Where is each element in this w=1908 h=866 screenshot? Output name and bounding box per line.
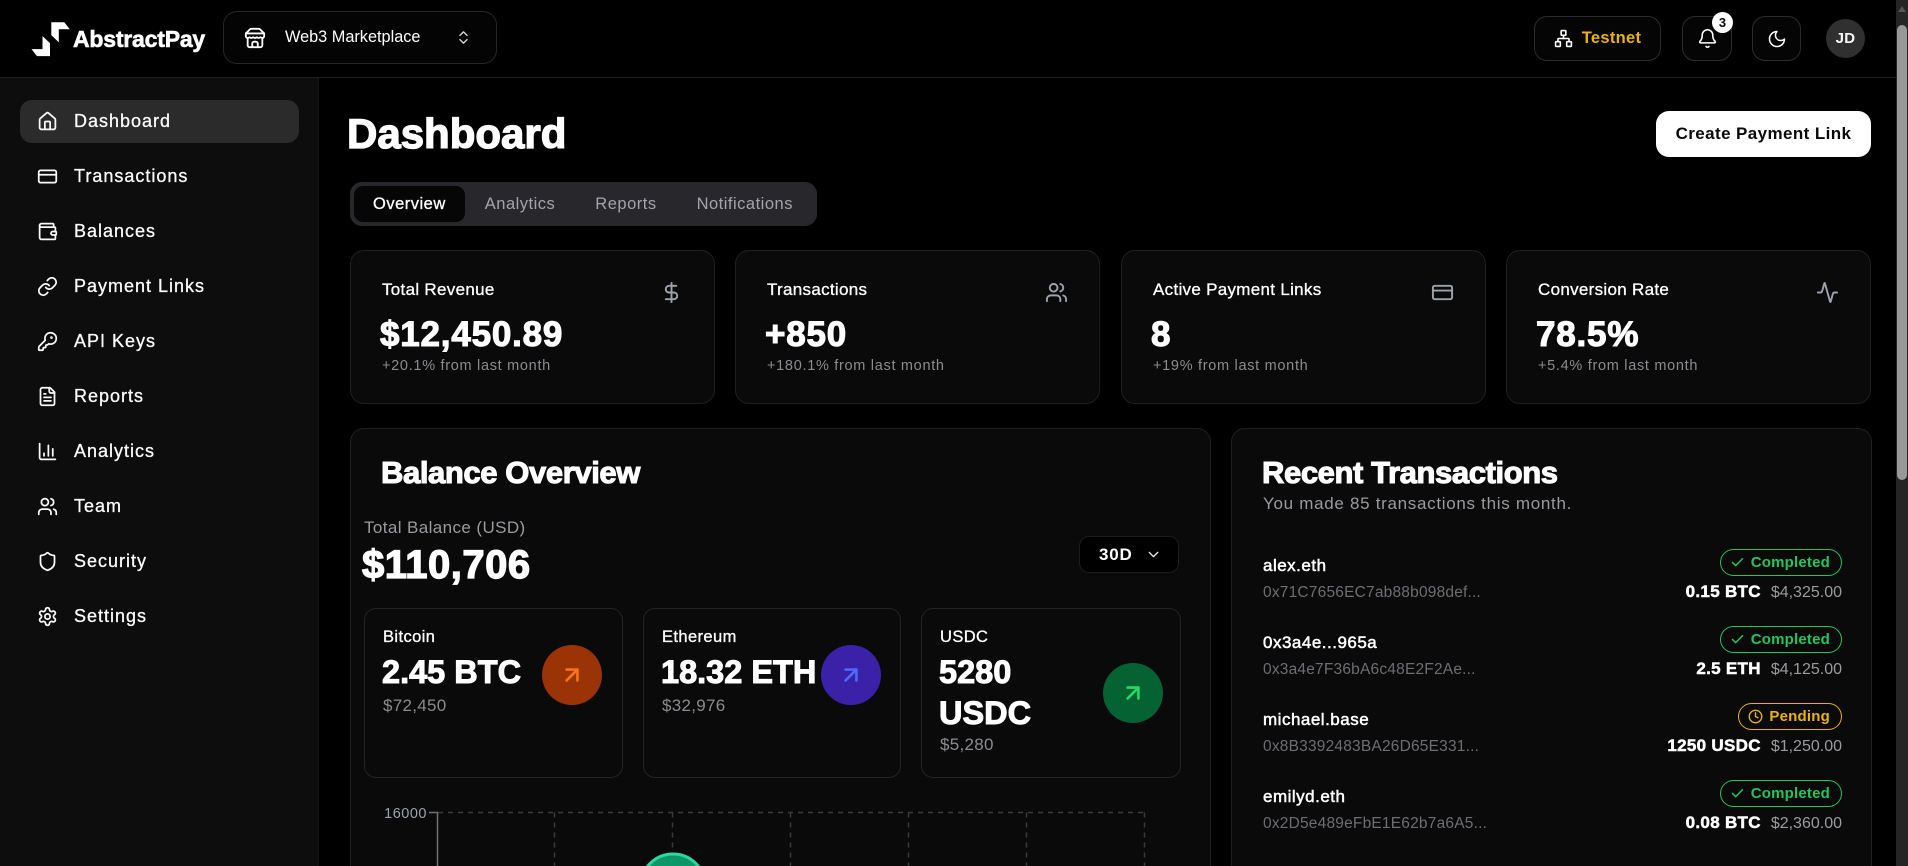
svg-text:16000: 16000 — [384, 806, 427, 822]
